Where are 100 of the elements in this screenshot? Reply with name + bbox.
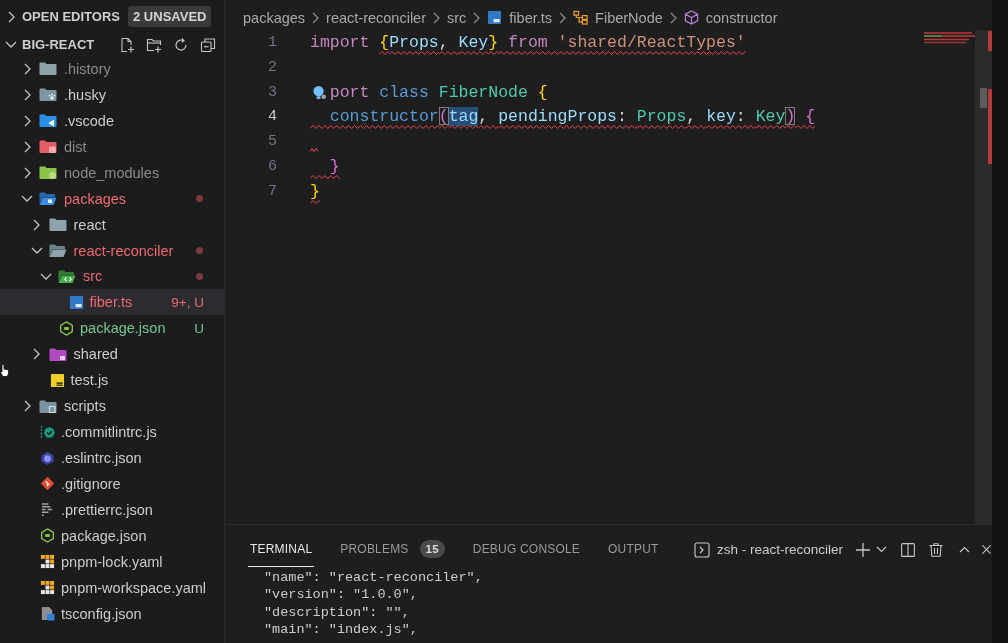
chevron-right-icon[interactable] xyxy=(33,348,40,361)
tree-item[interactable]: tsconfig.json xyxy=(0,600,224,627)
grid-icon xyxy=(40,580,55,596)
chevron-right-icon xyxy=(312,11,320,24)
tree-item[interactable]: .vscode xyxy=(0,107,224,134)
collapse-all-icon[interactable] xyxy=(200,36,216,53)
chevron-right-icon xyxy=(433,11,440,24)
chevron-right-icon[interactable] xyxy=(23,166,31,179)
tree-item[interactable]: .husky xyxy=(0,81,224,108)
ts-file-icon xyxy=(68,294,84,310)
terminal-selector[interactable]: zsh - react-reconciler xyxy=(693,541,843,558)
close-icon[interactable] xyxy=(982,545,991,554)
chevron-right-icon xyxy=(473,11,481,24)
code-line: import {Props, Key} from 'shared/ReactTypes' xyxy=(310,32,746,52)
hexagon-icon xyxy=(40,450,55,466)
tree-item[interactable]: package.json xyxy=(0,522,224,549)
panel-tab[interactable]: TERMINAL xyxy=(248,532,315,567)
tree-item[interactable]: pnpm-lock.yaml xyxy=(0,548,224,575)
tree-item[interactable]: scripts xyxy=(0,393,224,420)
scrollbar[interactable] xyxy=(975,30,992,524)
text-lines-icon xyxy=(40,502,55,518)
ts-file-icon xyxy=(487,10,503,25)
hexagon-file-icon xyxy=(59,320,74,336)
tree-item[interactable]: .commitlintrc.js xyxy=(0,419,224,446)
section-title[interactable]: OPEN EDITORS xyxy=(22,9,120,24)
chevron-down-icon[interactable] xyxy=(876,546,887,553)
tree-item[interactable]: packages xyxy=(0,185,224,212)
js-file-icon xyxy=(49,372,65,388)
open-folder-icon xyxy=(48,243,67,259)
split-panel-icon[interactable] xyxy=(901,542,915,557)
terminal-line: "description": "", xyxy=(264,603,411,621)
folder-icon xyxy=(39,113,57,129)
class-symbol-icon xyxy=(573,10,589,25)
tree-item[interactable]: .history xyxy=(0,56,224,82)
breadcrumb-item[interactable]: constructor xyxy=(683,9,778,26)
tree-item[interactable]: .eslintrc.json xyxy=(0,445,224,471)
breadcrumb-item[interactable]: fiber.ts xyxy=(487,9,553,26)
line-number: 1 xyxy=(267,33,277,51)
unsaved-badge: 2 UNSAVED xyxy=(128,6,212,27)
code-line: } xyxy=(328,157,340,177)
paw-folder-icon xyxy=(39,87,57,103)
chevron-right-icon[interactable] xyxy=(23,140,31,153)
breadcrumb-item[interactable]: packages xyxy=(243,9,306,26)
cube-icon xyxy=(683,10,699,25)
line-number: 5 xyxy=(267,133,277,151)
chevron-down-icon[interactable] xyxy=(5,41,17,48)
tree-item[interactable]: .gitignore xyxy=(0,471,224,497)
tree-item[interactable]: test.js xyxy=(0,367,224,394)
breadcrumb-item[interactable]: FiberNode xyxy=(573,9,663,26)
tree-item[interactable]: fiber.ts 9+, U xyxy=(0,289,224,316)
breadcrumb-item[interactable]: src xyxy=(447,9,467,26)
panel-tab[interactable]: PROBLEMS 15 xyxy=(338,532,447,567)
tree-item[interactable]: src xyxy=(0,263,224,290)
tree-item[interactable]: package.json U xyxy=(0,315,224,342)
chevron-right-icon[interactable] xyxy=(7,10,15,23)
chevron-right-icon xyxy=(559,11,567,24)
chevron-down-icon[interactable] xyxy=(21,195,33,203)
config-file-icon xyxy=(40,606,55,622)
new-folder-icon[interactable] xyxy=(146,36,162,53)
code-line: } xyxy=(310,182,320,201)
tree-item[interactable]: pnpm-workspace.yaml xyxy=(0,574,224,601)
chevron-down-icon[interactable] xyxy=(30,247,43,255)
panel-tab[interactable]: OUTPUT xyxy=(606,532,661,567)
folder-icon xyxy=(39,165,57,181)
chevron-up-icon[interactable] xyxy=(959,546,970,553)
chevron-right-icon[interactable] xyxy=(23,88,31,101)
folder-icon xyxy=(39,139,57,155)
chevron-right-icon[interactable] xyxy=(33,218,40,231)
new-file-icon[interactable] xyxy=(119,36,135,53)
lightbulb-icon[interactable] xyxy=(312,84,327,100)
hexagon-file-icon xyxy=(40,528,55,544)
tree-item[interactable]: react-reconciler xyxy=(0,237,224,264)
tree-item[interactable]: shared xyxy=(0,341,224,368)
line-number: 6 xyxy=(267,158,277,176)
chevron-right-icon xyxy=(669,11,677,24)
panel-tab[interactable]: DEBUG CONSOLE xyxy=(470,532,583,567)
code-line: constructor(tag, pendingProps: Props, key: Key) { xyxy=(328,107,816,127)
line-number: 2 xyxy=(267,58,277,76)
folder-icon xyxy=(39,398,57,414)
plus-icon[interactable] xyxy=(856,542,870,557)
minimap-drawing xyxy=(922,32,975,44)
chevron-right-icon[interactable] xyxy=(23,114,31,127)
error-marker xyxy=(988,31,992,51)
terminal-line: "version": "1.0.0", xyxy=(264,586,419,604)
tree-item[interactable]: dist xyxy=(0,133,224,160)
refresh-icon[interactable] xyxy=(173,36,189,53)
grid-icon xyxy=(40,554,55,570)
breadcrumb-item[interactable]: react-reconciler xyxy=(326,9,426,26)
trash-icon[interactable] xyxy=(929,542,943,557)
git-status-label: 9+, U xyxy=(171,294,204,310)
tree-item[interactable]: react xyxy=(0,211,224,238)
chevron-down-icon[interactable] xyxy=(40,272,52,280)
scrollbar-thumb[interactable] xyxy=(980,88,987,108)
tree-item[interactable]: node_modules xyxy=(0,159,224,186)
chevron-right-icon[interactable] xyxy=(23,400,31,413)
folder-title[interactable]: BIG-REACT xyxy=(22,37,95,52)
git-status-label: U xyxy=(194,320,204,336)
chevron-right-icon[interactable] xyxy=(23,62,31,75)
tree-item[interactable]: .prettierrc.json xyxy=(0,496,224,523)
check-circle-icon xyxy=(40,424,55,440)
